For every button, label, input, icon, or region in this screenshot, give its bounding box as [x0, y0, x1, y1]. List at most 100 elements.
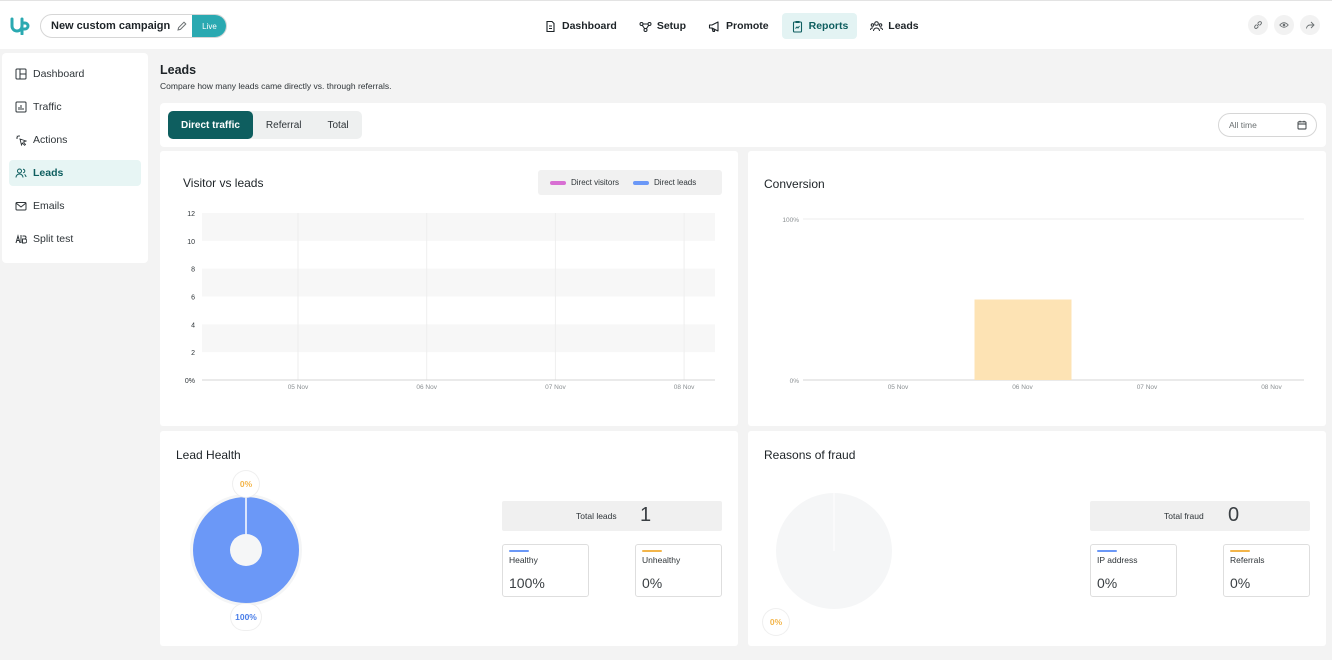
bar-chart-icon — [15, 101, 27, 113]
unhealthy-color-bar — [642, 550, 662, 552]
x-tick-label: 05 Nov — [888, 384, 909, 391]
tab-referral[interactable]: Referral — [253, 111, 315, 139]
lead-health-title: Lead Health — [176, 448, 241, 462]
x-tick-label: 06 Nov — [416, 384, 437, 391]
top-actions — [1242, 15, 1320, 35]
sidebar-item-label: Traffic — [33, 101, 62, 113]
sidebar-item-dashboard[interactable]: Dashboard — [9, 61, 141, 87]
sidebar-item-split-test[interactable]: Split test — [9, 226, 141, 252]
fraud-pct-bubble: 0% — [763, 609, 789, 635]
y-tick-label: 100% — [782, 217, 799, 224]
campaign-switcher[interactable]: New custom campaign Live — [40, 14, 227, 38]
nav-leads-label: Leads — [888, 20, 919, 32]
dashboard-icon — [546, 20, 555, 32]
ip-address-value: 0% — [1097, 575, 1118, 591]
lead-health-card: Lead Health 0% 100% Total leads 1 Health… — [160, 431, 738, 646]
eye-icon — [1279, 22, 1289, 28]
sidebar-item-leads[interactable]: Leads — [9, 160, 141, 186]
traffic-tabs: Direct traffic Referral Total — [168, 111, 362, 139]
unhealthy-value: 0% — [642, 575, 663, 591]
calendar-icon — [1297, 120, 1307, 130]
tab-direct-traffic[interactable]: Direct traffic — [168, 111, 253, 139]
y-tick-label: 6 — [191, 295, 195, 302]
healthy-pct-bubble: 100% — [231, 604, 261, 630]
y-tick-label: 8 — [191, 267, 195, 274]
healthy-stat: Healthy 100% — [502, 544, 589, 597]
filter-bar: Direct traffic Referral Total All time — [160, 103, 1326, 147]
x-tick-label: 05 Nov — [288, 384, 309, 391]
nav-reports-label: Reports — [808, 20, 849, 32]
x-tick-label: 07 Nov — [545, 384, 566, 391]
preview-button[interactable] — [1274, 15, 1294, 35]
total-leads-stat: Total leads 1 — [502, 501, 722, 531]
grid-band — [202, 324, 715, 353]
edit-pencil-icon[interactable] — [176, 20, 188, 32]
grid-band — [202, 213, 715, 241]
x-tick-label: 08 Nov — [674, 384, 695, 391]
page-subtitle: Compare how many leads came directly vs.… — [160, 81, 392, 91]
ip-color-bar — [1097, 550, 1117, 552]
nav-setup-label: Setup — [656, 20, 687, 32]
referrals-color-bar — [1230, 550, 1250, 552]
sidebar-item-actions[interactable]: Actions — [9, 127, 141, 153]
nav-setup[interactable]: Setup — [630, 13, 695, 39]
sidebar-item-label: Leads — [33, 167, 64, 179]
date-range-value: All time — [1229, 120, 1257, 130]
referrals-value: 0% — [1230, 575, 1251, 591]
page-title: Leads — [160, 63, 197, 77]
sidebar-item-label: Split test — [33, 233, 74, 245]
sidebar-item-label: Emails — [33, 200, 65, 212]
mail-icon — [15, 202, 27, 211]
clipboard-icon — [792, 20, 802, 33]
x-tick-label: 08 Nov — [1261, 384, 1282, 391]
visitor-vs-leads-card: Visitor vs leads Direct visitors Direct … — [160, 151, 738, 426]
users-icon — [15, 168, 27, 178]
y-tick-label: 0% — [790, 378, 800, 385]
visitor-vs-leads-chart: 0% 2 4 6 8 10 12 05 Nov 06 Nov 07 Nov 08 Nov — [185, 211, 715, 391]
sidebar-item-traffic[interactable]: Traffic — [9, 94, 141, 120]
nav-promote[interactable]: Promote — [699, 13, 778, 39]
status-badge: Live — [192, 15, 226, 37]
pointer-click-icon — [16, 135, 27, 146]
top-bar: New custom campaign Live Dashboard Setup… — [0, 0, 1332, 49]
tab-total[interactable]: Total — [314, 111, 361, 139]
referrals-label: Referrals — [1230, 555, 1265, 565]
healthy-value: 100% — [509, 575, 545, 591]
campaign-name: New custom campaign — [51, 20, 171, 32]
date-range-select[interactable]: All time — [1218, 113, 1317, 137]
fraud-pie — [776, 493, 892, 609]
ip-address-stat: IP address 0% — [1090, 544, 1177, 597]
y-tick-label: 0% — [185, 378, 195, 385]
referrals-stat: Referrals 0% — [1223, 544, 1310, 597]
megaphone-icon — [708, 20, 719, 32]
grid-band — [202, 268, 715, 297]
y-tick-label: 2 — [191, 350, 195, 357]
total-leads-value: 1 — [640, 504, 652, 526]
healthy-color-bar — [509, 550, 529, 552]
total-leads-label: Total leads — [576, 511, 617, 521]
nav-leads[interactable]: Leads — [861, 13, 927, 39]
total-fraud-stat: Total fraud 0 — [1090, 501, 1310, 531]
brand-logo-icon[interactable] — [10, 15, 30, 35]
lead-health-pie — [190, 494, 302, 606]
ip-address-label: IP address — [1097, 555, 1138, 565]
nav-promote-label: Promote — [726, 20, 769, 32]
link-icon — [1254, 21, 1262, 29]
sidebar-item-emails[interactable]: Emails — [9, 193, 141, 219]
nav-reports[interactable]: Reports — [781, 13, 858, 39]
conversion-bar — [974, 299, 1072, 380]
sidebar-item-label: Dashboard — [33, 68, 85, 80]
copy-link-button[interactable] — [1248, 15, 1268, 35]
share-button[interactable] — [1300, 15, 1320, 35]
y-tick-label: 10 — [187, 239, 195, 246]
sidebar-item-label: Actions — [33, 134, 68, 146]
total-fraud-label: Total fraud — [1164, 511, 1204, 521]
nav-dashboard[interactable]: Dashboard — [535, 13, 626, 39]
setup-icon — [639, 21, 652, 32]
y-tick-label: 12 — [187, 211, 195, 218]
layout-icon — [15, 68, 27, 80]
total-fraud-value: 0 — [1228, 504, 1240, 526]
x-tick-label: 07 Nov — [1137, 384, 1158, 391]
healthy-label: Healthy — [509, 555, 538, 565]
conversion-card: Conversion 100% 0% 05 Nov 06 Nov 07 Nov 08 No… — [748, 151, 1326, 426]
